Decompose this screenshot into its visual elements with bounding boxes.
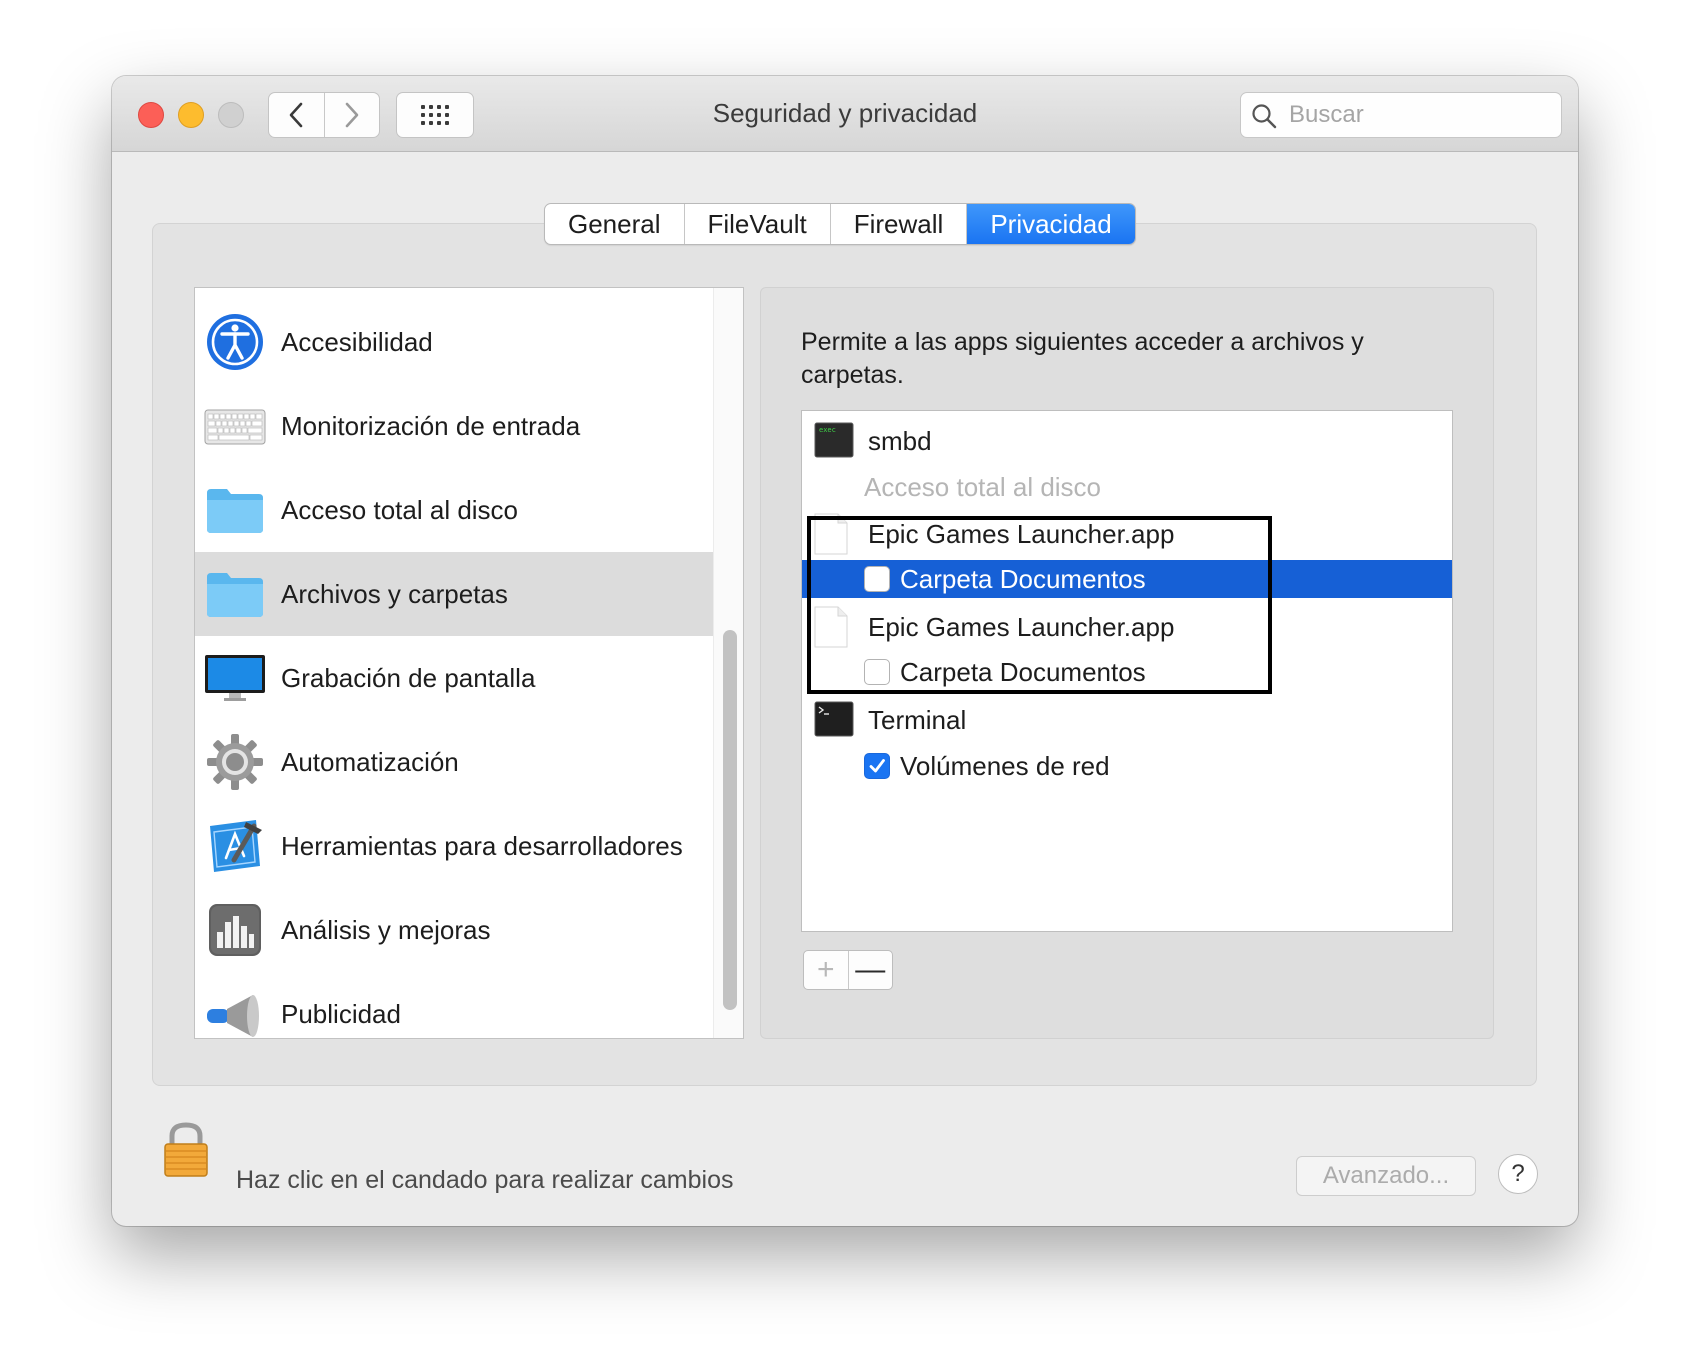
- document-icon: [814, 606, 856, 648]
- xcode-icon: [203, 814, 267, 878]
- permission-row: Acceso total al disco: [802, 468, 1452, 506]
- bar-chart-icon: [203, 898, 267, 962]
- terminal-icon: [814, 701, 856, 741]
- keyboard-icon: [203, 394, 267, 458]
- list-item-app[interactable]: Terminal: [802, 695, 1452, 745]
- search-field[interactable]: [1240, 92, 1562, 138]
- search-input[interactable]: [1287, 99, 1549, 131]
- app-permission-list[interactable]: exec smbd Acceso total al disco Epic Gam…: [801, 410, 1453, 932]
- display-icon: [203, 646, 267, 710]
- document-icon: [814, 513, 856, 555]
- documents-folder-checkbox[interactable]: [864, 659, 890, 685]
- tab-general[interactable]: General: [545, 204, 685, 244]
- search-icon: [1252, 104, 1277, 129]
- list-item-app[interactable]: exec smbd: [802, 416, 1452, 466]
- sidebar-item-input-monitoring[interactable]: Monitorización de entrada: [195, 384, 715, 468]
- advanced-button[interactable]: Avanzado...: [1296, 1156, 1476, 1196]
- title-bar: Seguridad y privacidad: [112, 76, 1578, 152]
- documents-folder-checkbox[interactable]: [864, 566, 890, 592]
- app-name: smbd: [868, 425, 932, 456]
- folder-icon: [203, 478, 267, 542]
- app-name: Terminal: [868, 704, 967, 735]
- permissions-panel: Permite a las apps siguientes acceder a …: [760, 287, 1494, 1039]
- accessibility-icon: [203, 310, 267, 374]
- privacy-category-list[interactable]: Accesibilidad Monitorización de entrada: [194, 287, 744, 1039]
- permission-label: Acceso total al disco: [864, 471, 1102, 502]
- permission-label: Carpeta Documentos: [900, 656, 1146, 687]
- lock-button[interactable]: [162, 1122, 210, 1183]
- tab-firewall[interactable]: Firewall: [831, 204, 968, 244]
- checkmark-icon: [869, 759, 885, 773]
- list-scrollbar[interactable]: [713, 288, 743, 1038]
- permission-row[interactable]: Carpeta Documentos: [802, 653, 1452, 691]
- permission-row[interactable]: Carpeta Documentos: [802, 560, 1452, 598]
- sidebar-item-accessibility[interactable]: Accesibilidad: [195, 300, 715, 384]
- tab-filevault[interactable]: FileVault: [685, 204, 831, 244]
- help-button[interactable]: ?: [1498, 1154, 1538, 1194]
- folder-icon: [203, 562, 267, 626]
- tab-bar: General FileVault Firewall Privacidad: [544, 203, 1136, 245]
- sidebar-item-files-and-folders[interactable]: Archivos y carpetas: [195, 552, 715, 636]
- exec-icon: exec: [814, 422, 856, 462]
- partial-icon: [203, 288, 267, 290]
- sidebar-item-analytics[interactable]: Análisis y mejoras: [195, 888, 715, 972]
- scrollbar-thumb[interactable]: [723, 630, 737, 1010]
- sidebar-item-developer-tools[interactable]: Herramientas para desarrolladores: [195, 804, 715, 888]
- padlock-icon: [164, 1122, 208, 1177]
- preferences-window: Seguridad y privacidad General FileVault…: [112, 76, 1578, 1226]
- permission-label: Carpeta Documentos: [900, 563, 1146, 594]
- permission-label: Volúmenes de red: [900, 750, 1110, 781]
- sidebar-item-screen-recording[interactable]: Grabación de pantalla: [195, 636, 715, 720]
- sidebar-item-advertising[interactable]: Publicidad: [195, 972, 715, 1038]
- sidebar-item-partial[interactable]: [195, 288, 715, 300]
- list-item-app[interactable]: Epic Games Launcher.app: [802, 509, 1452, 559]
- list-item-app[interactable]: Epic Games Launcher.app: [802, 602, 1452, 652]
- gear-icon: [203, 730, 267, 794]
- tab-privacy[interactable]: Privacidad: [967, 204, 1135, 244]
- svg-text:exec: exec: [819, 426, 836, 434]
- panel-description: Permite a las apps siguientes acceder a …: [801, 328, 1364, 389]
- sidebar-item-automation[interactable]: Automatización: [195, 720, 715, 804]
- sidebar-item-full-disk-access[interactable]: Acceso total al disco: [195, 468, 715, 552]
- app-name: Epic Games Launcher.app: [868, 611, 1175, 642]
- add-remove-control: + —: [803, 950, 893, 990]
- megaphone-icon: [203, 982, 267, 1038]
- permission-row[interactable]: Volúmenes de red: [802, 747, 1452, 785]
- lock-hint-text: Haz clic en el candado para realizar cam…: [236, 1166, 734, 1194]
- add-app-button[interactable]: +: [804, 951, 848, 989]
- app-name: Epic Games Launcher.app: [868, 518, 1175, 549]
- remove-app-button[interactable]: —: [847, 951, 893, 989]
- network-volumes-checkbox[interactable]: [864, 753, 890, 779]
